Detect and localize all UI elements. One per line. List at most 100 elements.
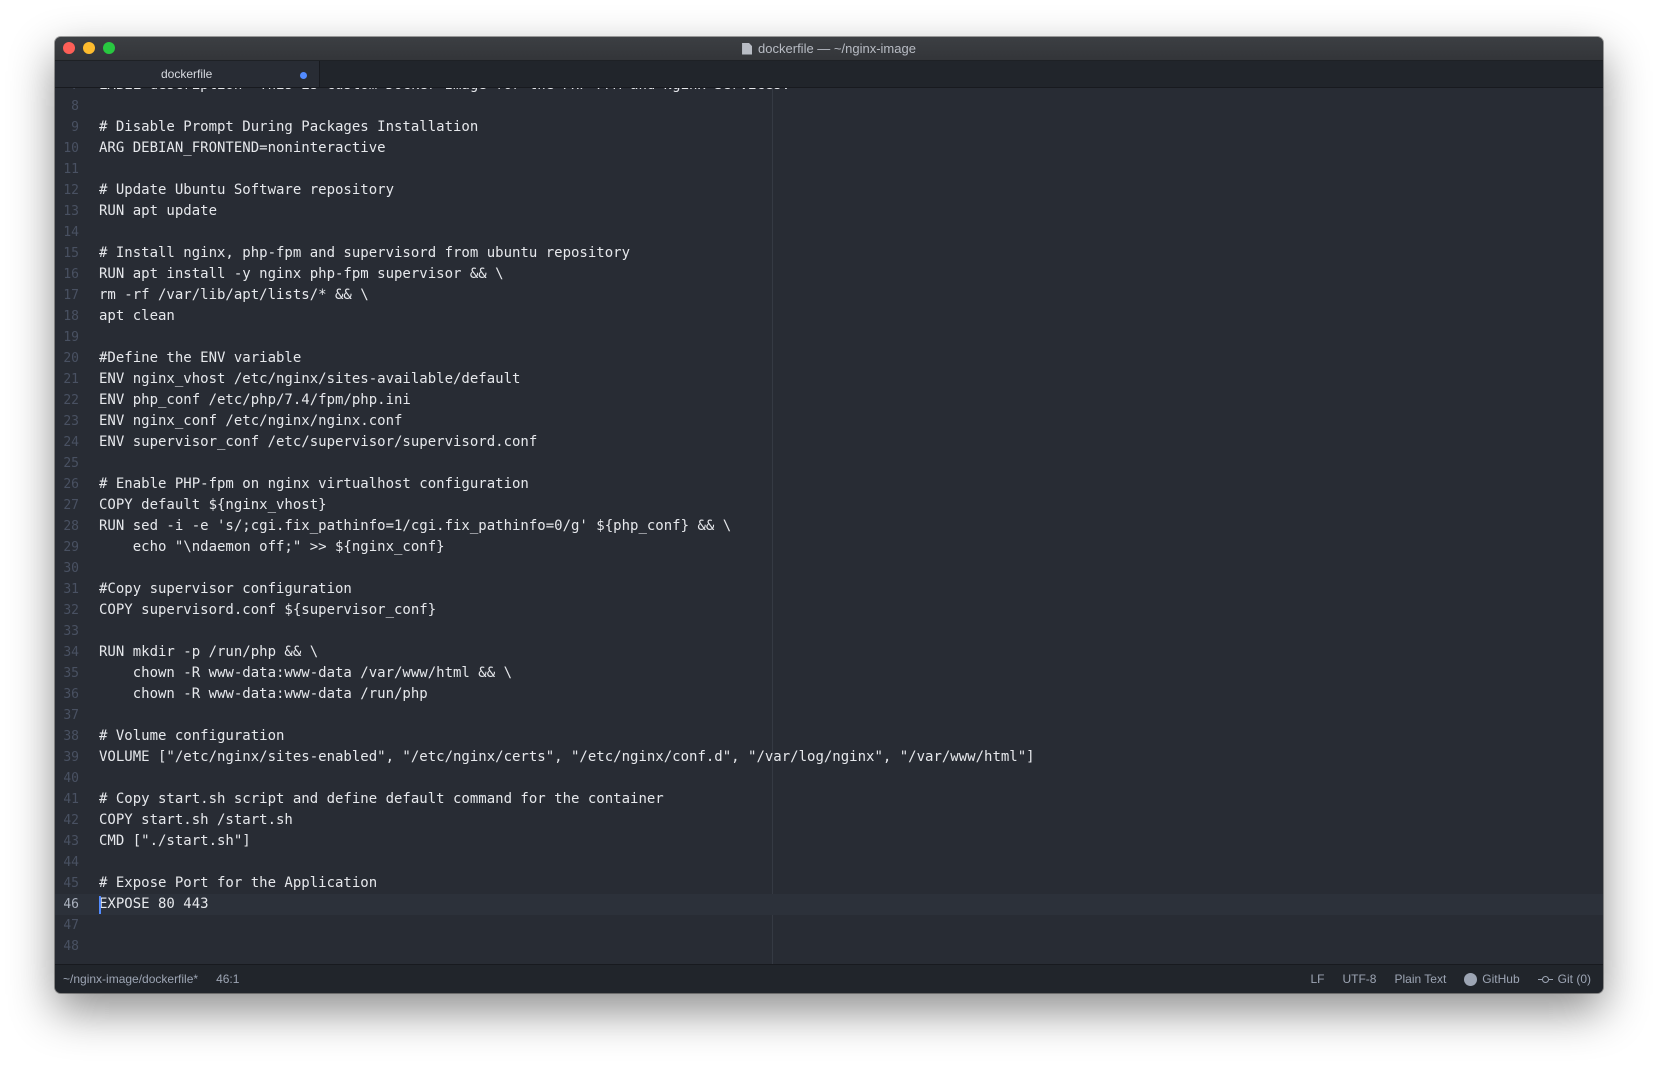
line-number: 17 (63, 288, 79, 303)
line-text[interactable]: ENV nginx_vhost /etc/nginx/sites-availab… (99, 369, 520, 390)
code-line[interactable]: 48 (55, 936, 1603, 957)
code-line[interactable]: 31 #Copy supervisor configuration (55, 579, 1603, 600)
line-text[interactable]: apt clean (99, 306, 175, 327)
code-line[interactable]: 42 COPY start.sh /start.sh (55, 810, 1603, 831)
line-number: 31 (63, 582, 79, 597)
code-line[interactable]: 13 RUN apt update (55, 201, 1603, 222)
code-line[interactable]: 18 apt clean (55, 306, 1603, 327)
line-text[interactable]: chown -R www-data:www-data /run/php (99, 684, 428, 705)
document-icon (742, 42, 753, 55)
line-number: 23 (63, 414, 79, 429)
git-button[interactable]: Git (0) (1537, 972, 1591, 986)
line-number: 19 (63, 330, 79, 345)
line-number: 10 (63, 141, 79, 156)
code-line[interactable]: 20 #Define the ENV variable (55, 348, 1603, 369)
line-text[interactable]: VOLUME ["/etc/nginx/sites-enabled", "/et… (99, 747, 1035, 768)
line-text[interactable]: # Copy start.sh script and define defaul… (99, 789, 664, 810)
modified-indicator-icon[interactable] (300, 72, 307, 79)
code-line[interactable]: 26 # Enable PHP-fpm on nginx virtualhost … (55, 474, 1603, 495)
code-line[interactable]: 24 ENV supervisor_conf /etc/supervisor/su… (55, 432, 1603, 453)
line-text[interactable]: rm -rf /var/lib/apt/lists/* && \ (99, 285, 369, 306)
code-line[interactable]: 7 LABEL description="This is custom Docke… (55, 88, 1603, 96)
code-line[interactable]: 23 ENV nginx_conf /etc/nginx/nginx.conf (55, 411, 1603, 432)
cursor-position[interactable]: 46:1 (216, 972, 239, 986)
code-line[interactable]: 11 (55, 159, 1603, 180)
tab-dockerfile[interactable]: dockerfile (55, 61, 320, 87)
line-text[interactable]: # Volume configuration (99, 726, 284, 747)
line-text[interactable]: # Enable PHP-fpm on nginx virtualhost co… (99, 474, 529, 495)
code-line[interactable]: 34 RUN mkdir -p /run/php && \ (55, 642, 1603, 663)
code-line[interactable]: 10 ARG DEBIAN_FRONTEND=noninteractive (55, 138, 1603, 159)
line-text[interactable]: echo "\ndaemon off;" >> ${nginx_conf} (99, 537, 445, 558)
minimize-button[interactable] (83, 42, 95, 54)
code-line[interactable]: 19 (55, 327, 1603, 348)
code-line[interactable]: 15 # Install nginx, php-fpm and superviso… (55, 243, 1603, 264)
line-text[interactable]: RUN mkdir -p /run/php && \ (99, 642, 318, 663)
line-text[interactable]: EXPOSE 80 443 (99, 894, 209, 915)
line-text[interactable]: ENV php_conf /etc/php/7.4/fpm/php.ini (99, 390, 411, 411)
code-line[interactable]: 35 chown -R www-data:www-data /var/www/h… (55, 663, 1603, 684)
window-controls (63, 42, 115, 54)
code-line[interactable]: 32 COPY supervisord.conf ${supervisor_con… (55, 600, 1603, 621)
code-line[interactable]: 16 RUN apt install -y nginx php-fpm super… (55, 264, 1603, 285)
code-line[interactable]: 45 # Expose Port for the Application (55, 873, 1603, 894)
code-line[interactable]: 38 # Volume configuration (55, 726, 1603, 747)
code-line[interactable]: 30 (55, 558, 1603, 579)
tab-label: dockerfile (161, 67, 213, 81)
line-text[interactable]: ENV nginx_conf /etc/nginx/nginx.conf (99, 411, 402, 432)
line-text[interactable]: ARG DEBIAN_FRONTEND=noninteractive (99, 138, 386, 159)
code-line[interactable]: 21 ENV nginx_vhost /etc/nginx/sites-avail… (55, 369, 1603, 390)
code-line[interactable]: 22 ENV php_conf /etc/php/7.4/fpm/php.ini (55, 390, 1603, 411)
line-text[interactable]: #Copy supervisor configuration (99, 579, 352, 600)
line-text[interactable]: ENV supervisor_conf /etc/supervisor/supe… (99, 432, 537, 453)
line-text[interactable]: COPY supervisord.conf ${supervisor_conf} (99, 600, 436, 621)
code-line[interactable]: 43 CMD ["./start.sh"] (55, 831, 1603, 852)
line-number: 37 (63, 708, 79, 723)
line-text[interactable]: #Define the ENV variable (99, 348, 301, 369)
github-label: GitHub (1482, 972, 1520, 986)
code-line[interactable]: 44 (55, 852, 1603, 873)
code-line[interactable]: 14 (55, 222, 1603, 243)
code-line[interactable]: 8 (55, 96, 1603, 117)
code-line[interactable]: 9 # Disable Prompt During Packages Instal… (55, 117, 1603, 138)
code-line[interactable]: 27 COPY default ${nginx_vhost} (55, 495, 1603, 516)
line-text[interactable]: RUN apt update (99, 201, 217, 222)
code-line[interactable]: 36 chown -R www-data:www-data /run/php (55, 684, 1603, 705)
file-path[interactable]: ~/nginx-image/dockerfile* (63, 972, 198, 986)
line-text[interactable]: # Disable Prompt During Packages Install… (99, 117, 478, 138)
code-line[interactable]: 33 (55, 621, 1603, 642)
code-line[interactable]: 47 (55, 915, 1603, 936)
line-ending-selector[interactable]: LF (1310, 972, 1324, 986)
code-line[interactable]: 12 # Update Ubuntu Software repository (55, 180, 1603, 201)
code-line[interactable]: 28 RUN sed -i -e 's/;cgi.fix_pathinfo=1/c… (55, 516, 1603, 537)
code-line[interactable]: 25 (55, 453, 1603, 474)
code-line[interactable]: 41 # Copy start.sh script and define defa… (55, 789, 1603, 810)
grammar-selector[interactable]: Plain Text (1394, 972, 1446, 986)
close-button[interactable] (63, 42, 75, 54)
line-text[interactable]: RUN sed -i -e 's/;cgi.fix_pathinfo=1/cgi… (99, 516, 731, 537)
line-text[interactable]: COPY start.sh /start.sh (99, 810, 293, 831)
code-line[interactable]: 37 (55, 705, 1603, 726)
line-text[interactable]: # Install nginx, php-fpm and supervisord… (99, 243, 630, 264)
line-number: 11 (63, 162, 79, 177)
encoding-selector[interactable]: UTF-8 (1342, 972, 1376, 986)
code-line[interactable]: 46 EXPOSE 80 443 (55, 894, 1603, 915)
code-line[interactable]: 17 rm -rf /var/lib/apt/lists/* && \ (55, 285, 1603, 306)
line-text[interactable]: # Expose Port for the Application (99, 873, 377, 894)
line-text[interactable]: LABEL description="This is custom Docker… (99, 88, 799, 96)
code-line[interactable]: 40 (55, 768, 1603, 789)
github-button[interactable]: GitHub (1464, 972, 1520, 986)
code-editor[interactable]: 7 LABEL description="This is custom Docke… (55, 88, 1603, 964)
line-text[interactable]: RUN apt install -y nginx php-fpm supervi… (99, 264, 504, 285)
line-number: 41 (63, 792, 79, 807)
line-number: 36 (63, 687, 79, 702)
line-text[interactable]: chown -R www-data:www-data /var/www/html… (99, 663, 512, 684)
line-number: 28 (63, 519, 79, 534)
line-text[interactable]: COPY default ${nginx_vhost} (99, 495, 327, 516)
code-line[interactable]: 39 VOLUME ["/etc/nginx/sites-enabled", "/… (55, 747, 1603, 768)
code-line[interactable]: 29 echo "\ndaemon off;" >> ${nginx_conf} (55, 537, 1603, 558)
line-number: 34 (63, 645, 79, 660)
line-text[interactable]: CMD ["./start.sh"] (99, 831, 251, 852)
line-text[interactable]: # Update Ubuntu Software repository (99, 180, 394, 201)
zoom-button[interactable] (103, 42, 115, 54)
